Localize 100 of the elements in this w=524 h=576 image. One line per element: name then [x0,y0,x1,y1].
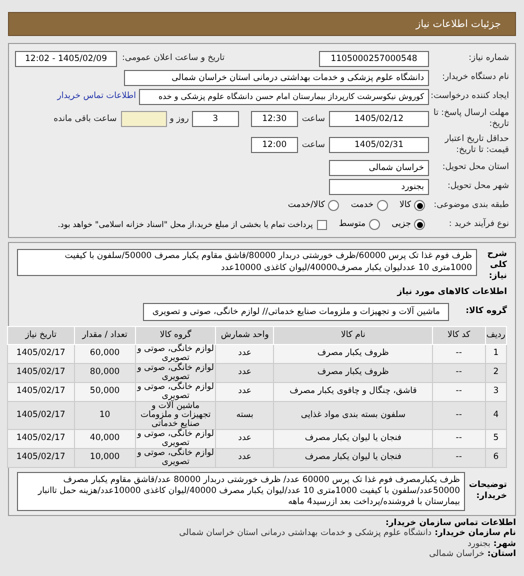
field-value: خراسان شمالی [329,160,429,176]
goods-group-value: ماشین آلات و تجهیزات و ملزومات صنایع خدماتی// لوازم خانگی، صوتی و تصویری [143,302,449,321]
table-cell: لوازم خانگی، صوتی و تصویری [135,344,216,364]
table-cell: 1405/02/17 [8,448,74,468]
table-cell: -- [432,448,486,468]
field-value: 1105000257000548 [319,50,429,66]
table-cell: فنجان یا لیوان یکبار مصرف [274,448,432,468]
table-cell: لوازم خانگی، صوتی و تصویری [135,382,216,402]
table-cell: -- [432,344,486,364]
buyer-contact-link[interactable]: اطلاعات تماس خریدار [57,90,136,103]
radio-label: خدمت [350,199,374,212]
contact-value: بجنورد [468,538,490,550]
radio-label: کالا [400,199,411,212]
field-value: دانشگاه علوم پزشکی و خدمات بهداشتی درمانی استان خراسان شمالی [124,70,429,86]
contact-value: دانشگاه علوم پزشکی و خدمات بهداشتی درمانی استان خراسان شمالی [179,528,432,539]
table-cell: 3 [485,382,506,402]
description-text: ظرف فوم غذا تک پرس 60000/ظرف خورشتی دربدار 80000/قاشق مقاوم یکبار مصرف 50000/سلفون با کیفیت 1000متری 10 عددلیوان یکبار مصرف40000/لیوان کاغذی 10000عدد [17,249,477,276]
table-cell: سلفون بسته بندی مواد غذایی [274,401,432,430]
table-cell: لوازم خانگی، صوتی و تصویری [135,448,216,468]
field-label: ساعت باقی مانده [54,112,117,126]
field-label: ایجاد کننده درخواست: [430,90,509,103]
table-cell: لوازم خانگی، صوتی و تصویری [135,363,216,382]
field-value: 12:00 [250,137,298,153]
contact-title: اطلاعات تماس سازمان خریدار: [384,518,516,528]
checkbox[interactable] [316,220,327,230]
field-label: ساعت [302,138,325,152]
table-cell: 1 [485,344,506,364]
buyer-notes-text: ظرف یکبارمصرف فوم غذا تک پرس 60000 عدد/ ظرف خورشتی دربدار 80000 عدد/قاشق مقاوم یکبار مصرف 50000عدد/سلفون با کیفیت 1000متری 10 عدد/لیوان یکبار مصرف 40000/لیوان کاغذی 10000عدد/هزینه حمل تاانبار بیمارستان با فروشنده/پرداخت بعد ازرسید4 ماهه [17,472,465,511]
table-cell: عدد [216,448,274,468]
table-cell: 1405/02/17 [8,429,74,448]
table-cell: قاشق، چنگال و چاقوی یکبار مصرف [274,382,432,402]
contact-value: خراسان شمالی [429,549,484,560]
table-cell: 50,000 [74,382,136,402]
field-label: حداقل تاریخ اعتبار قیمت: تا تاریخ: [444,134,509,156]
radio-button[interactable] [328,200,339,211]
table-cell: 10,000 [74,448,136,468]
radio-label: متوسط [338,218,366,231]
section-title: اطلاعات کالاهای مورد نیاز [396,286,507,299]
table-cell: 1405/02/17 [8,363,74,382]
table-cell: بسته [216,401,274,430]
column-header: تاریخ نیاز [8,326,74,344]
page-title: جزئیات اطلاعات نیاز [416,18,501,32]
field-label: تاریخ و ساعت اعلان عمومی: [122,52,225,65]
table-cell: ظروف یکبار مصرف [274,344,432,364]
table-cell: -- [432,382,486,402]
table-cell: 2 [485,363,506,382]
table-cell: 60,000 [74,344,136,364]
checkbox-label: پرداخت تمام یا بخشی از مبلغ خرید،از محل "اسناد خزانه اسلامی" خواهد بود. [58,218,313,230]
radio-button[interactable] [376,200,388,211]
contact-label: شهر: [493,538,516,550]
radio-button[interactable] [414,219,425,230]
field-label: شهر محل تحویل: [446,180,509,193]
field-label: مهلت ارسال پاسخ: تا تاریخ: [432,108,509,130]
table-cell: 40,000 [74,429,136,448]
contact-label: استان: [487,549,516,560]
column-header: ردیف [485,326,506,344]
field-label: استان محل تحویل: [441,161,509,174]
field-value: بجنورد [329,178,429,194]
field-value: 1405/02/31 [329,137,429,153]
table-cell: 6 [485,448,506,468]
field-label: روز و [170,112,189,126]
field-label: توضیحات خریدار: [468,480,507,502]
table-cell: عدد [216,363,274,382]
table-cell: -- [432,363,486,382]
column-header: تعداد / مقدار [74,326,136,344]
field-value: 3 [192,111,239,127]
table-cell: 4 [485,401,506,430]
table-cell: -- [432,429,486,448]
field-value: 1405/02/12 [329,111,429,127]
field-value: 12:30 [250,111,298,127]
field-value: کوروش نیکوسرشت کارپرداز بیمارستان امام حسن دانشگاه علوم پزشکی و خده [139,88,429,104]
table-cell: 10 [74,401,136,430]
field-label: شرح کلی نیاز: [486,249,507,282]
column-header: نام کالا [274,326,432,344]
field-label: نوع فرآیند خرید : [448,218,509,231]
table-cell: 1405/02/17 [8,382,74,402]
table-cell: ماشین آلات و تجهیزات و ملزومات صنایع خدماتی [135,401,216,430]
field-label: ساعت [302,112,325,126]
field-value: 1405/02/09 - 12:02 [15,50,117,66]
field-label: طبقه بندی موضوعی: [432,199,509,212]
contact-label: نام سازمان خریدار: [434,528,516,539]
column-header: کد کالا [432,326,486,344]
remaining-time-field [120,111,167,127]
table-cell: عدد [216,429,274,448]
table-cell: 1405/02/17 [8,401,74,430]
table-cell: -- [432,401,486,430]
table-cell: عدد [216,382,274,402]
table-cell: لوازم خانگی، صوتی و تصویری [135,429,216,448]
table-cell: 5 [485,429,506,448]
field-label: شماره نیاز: [468,52,509,65]
table-cell: فنجان یا لیوان یکبار مصرف [274,429,432,448]
table-cell: عدد [216,344,274,364]
field-label: نام دستگاه خریدار: [441,71,509,84]
radio-label: کالا/خدمت [288,199,325,212]
radio-button[interactable] [414,200,425,211]
table-cell: 80,000 [74,363,136,382]
column-header: گروه کالا [135,326,216,344]
table-cell: ظروف یکبار مصرف [274,363,432,382]
radio-button[interactable] [368,219,380,230]
column-header: واحد شمارش [216,326,274,344]
